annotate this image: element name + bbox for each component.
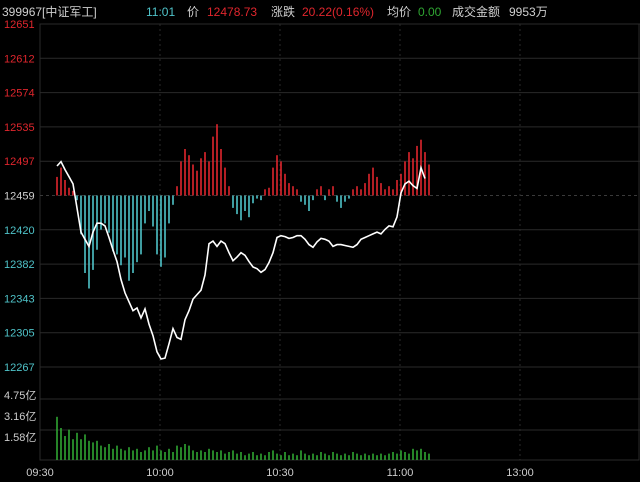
- price-tick-label: 12420: [4, 225, 35, 237]
- time-tick-label: 11:00: [387, 467, 414, 479]
- time-axis: 09:30 10:00 10:30 11:00 13:00: [26, 467, 534, 479]
- grid-frame: [39, 23, 640, 461]
- price-tick-label: 12459: [4, 191, 35, 203]
- price-tick-label: 12382: [4, 259, 35, 271]
- volume-bars: [56, 416, 430, 460]
- volume-tick-label: 1.58亿: [4, 431, 36, 444]
- price-tick-label: 12343: [4, 293, 35, 305]
- intraday-chart: 12651 12612 12574 12535 12497 12459 12420 12382…: [4, 19, 640, 479]
- price-axis: 12651 12612 12574 12535 12497 12459 12420 12382…: [4, 19, 35, 374]
- volume-axis: 4.75亿 3.16亿 1.58亿: [4, 389, 36, 444]
- volume-tick-label: 3.16亿: [4, 410, 36, 423]
- price-tick-label: 12535: [4, 122, 35, 134]
- time-tick-label: 13:00: [506, 467, 534, 479]
- price-tick-label: 12267: [4, 362, 35, 374]
- volume-tick-label: 4.75亿: [4, 389, 36, 402]
- chart-grid: [39, 23, 640, 461]
- price-tick-label: 12574: [4, 88, 35, 100]
- time-tick-label: 10:00: [146, 467, 174, 479]
- price-tick-label: 12612: [4, 53, 35, 65]
- price-tick-label: 12497: [4, 156, 35, 168]
- time-tick-label: 10:30: [266, 467, 294, 479]
- time-tick-label: 09:30: [26, 467, 54, 479]
- price-tick-label: 12651: [4, 19, 35, 31]
- price-tick-label: 12305: [4, 328, 35, 340]
